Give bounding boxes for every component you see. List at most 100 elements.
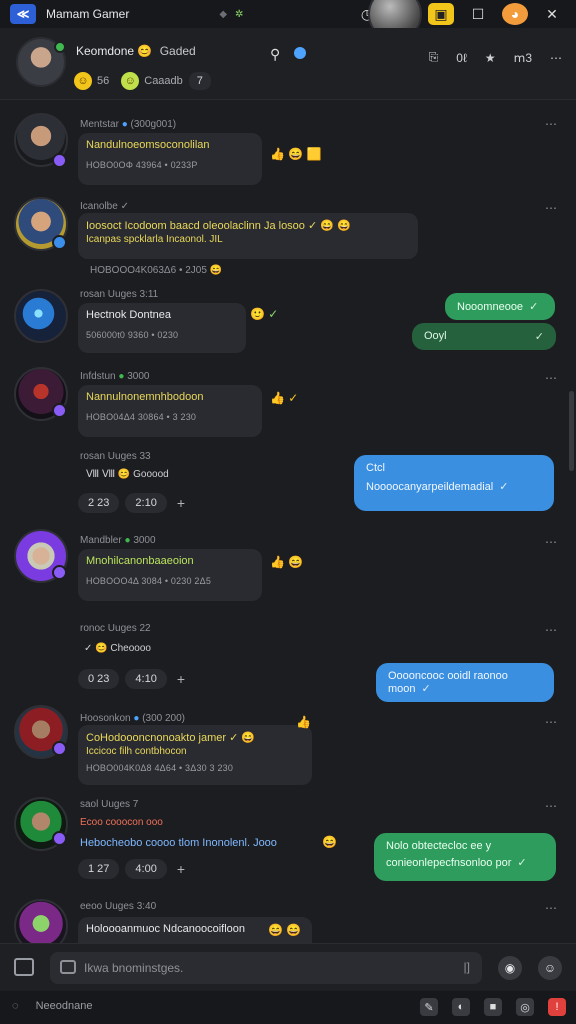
role-badge-icon bbox=[52, 153, 67, 168]
reaction-time-pill[interactable]: 4:00 bbox=[125, 859, 167, 879]
message-bubble[interactable]: CoHodoooncnonoakto jamer ✓ 😄 Iccicoc fil… bbox=[78, 725, 312, 785]
titlebar-star-icon: ✲ bbox=[235, 8, 244, 20]
scrollbar[interactable] bbox=[569, 101, 574, 943]
message-more-icon[interactable]: ⋯ bbox=[545, 117, 558, 131]
channel-header: Keomdone 😊 Gaded ☺ 56 ☺ Caaadb 7 ⚲ ⎘ 0ℓ … bbox=[0, 28, 576, 100]
reaction-row: 0 23 4:10 + bbox=[78, 669, 185, 689]
message-timestamp: HOBO04Δ4 30864 • 3 230 bbox=[86, 412, 197, 422]
message-bubble[interactable]: Hectnok Dontnea 506000t0 9360 • 0230 bbox=[78, 303, 246, 353]
message-more-icon[interactable]: ⋯ bbox=[545, 715, 558, 729]
message-input[interactable] bbox=[84, 958, 464, 978]
sidebar-toggle-icon[interactable] bbox=[14, 958, 34, 976]
add-reaction-icon[interactable]: + bbox=[177, 671, 185, 687]
outgoing-message[interactable]: Ctcl Noooocanyarpeildemadial ✓ bbox=[354, 455, 554, 511]
reaction-time-pill[interactable]: 4:10 bbox=[125, 669, 167, 689]
camera-icon[interactable]: ◉ bbox=[498, 956, 522, 980]
add-reaction-icon[interactable]: + bbox=[177, 861, 185, 877]
message-author: Icanolbe ✓ bbox=[80, 201, 129, 212]
reaction-time-pill[interactable]: 2:10 bbox=[125, 493, 167, 513]
scrollbar-thumb[interactable] bbox=[569, 391, 574, 471]
yellow-app-icon[interactable]: ▣ bbox=[428, 3, 454, 25]
status-left: ◌ Neeodnane bbox=[12, 1000, 93, 1012]
reaction-count-pill[interactable]: 0 23 bbox=[78, 669, 120, 689]
message-reaction-icons[interactable]: 👍 😄 bbox=[270, 555, 303, 569]
reaction-row: 2 23 2:10 + bbox=[78, 493, 185, 513]
message-more-icon[interactable]: ⋯ bbox=[545, 799, 558, 813]
orb-icon[interactable]: ◕ bbox=[502, 3, 528, 25]
more-icon[interactable]: ⋯ bbox=[550, 51, 562, 65]
role-badge-icon bbox=[52, 565, 67, 580]
title-bar: ≪ Mamam Gamer ◆ ✲ ◷ ✕ ▣ ☐ ◕ ✕ bbox=[0, 0, 576, 41]
reaction-count-pill[interactable]: 1 27 bbox=[78, 859, 120, 879]
compose-icon[interactable]: ✎ bbox=[420, 998, 438, 1016]
attach-icon[interactable] bbox=[60, 960, 76, 974]
text-cursor-icon: |] bbox=[463, 960, 470, 974]
online-status-icon bbox=[54, 41, 66, 53]
stat-count: 56 bbox=[97, 75, 110, 87]
channel-name-text: Keomdone bbox=[76, 44, 135, 58]
user-avatar[interactable] bbox=[14, 899, 68, 943]
message-author: Mandbler ● 3000 bbox=[80, 535, 156, 546]
message-more-icon[interactable]: ⋯ bbox=[545, 623, 558, 637]
star-icon[interactable]: ★ bbox=[485, 51, 496, 65]
stop-icon[interactable]: ■ bbox=[484, 998, 502, 1016]
outgoing-message[interactable]: Nolo obtectecloc ee y conieonlepecfnsonl… bbox=[374, 833, 556, 881]
message-bubble[interactable]: Nannulnonemnhbodoon HOBO04Δ4 30864 • 3 2… bbox=[78, 385, 262, 437]
message-composer: |] ◉ ☺ bbox=[0, 943, 576, 991]
message-reaction-icons[interactable]: 👍 ✓ bbox=[270, 391, 298, 405]
message-text-line2: Iccicoc filh contbhocon bbox=[86, 746, 187, 757]
app-logo-icon[interactable]: ≪ bbox=[10, 4, 36, 24]
message-text-top: Ecoo cooocon ooo bbox=[80, 817, 163, 828]
message-list[interactable]: Mentstar ● (300g001) Nandulnoeomsoconoli… bbox=[0, 101, 576, 943]
chat-bubble-icon[interactable]: ◌ bbox=[12, 1000, 19, 1012]
reaction-tags: ✓ 😊 Cheoooo bbox=[84, 643, 151, 654]
message-reaction-icons[interactable]: 😄 😄 bbox=[268, 923, 301, 937]
message-reaction-icon[interactable]: 👍 bbox=[296, 715, 311, 729]
status-icons: ✎ ◐ ■ ◎ ! bbox=[406, 998, 566, 1016]
stat-count-pill[interactable]: 7 bbox=[188, 72, 211, 90]
message-timestamp: 506000t0 9360 • 0230 bbox=[86, 330, 179, 340]
chat-icon[interactable]: ◎ bbox=[516, 998, 534, 1016]
reaction-count-pill[interactable]: 2 23 bbox=[78, 493, 120, 513]
inbox-icon[interactable]: ⎘ bbox=[429, 50, 439, 65]
role-badge-icon bbox=[52, 235, 67, 250]
titlebar-marker-icon: ◆ bbox=[219, 8, 228, 20]
channel-subtitle: Gaded bbox=[159, 44, 196, 58]
message-bubble[interactable]: Nandulnoeomsoconolilan HOBO0ΟΦ 43964 • 0… bbox=[78, 133, 262, 185]
message-more-icon[interactable]: ⋯ bbox=[545, 371, 558, 385]
window-icon[interactable]: ☐ bbox=[465, 3, 491, 25]
message-text: Mnohilcanonbaaeoion bbox=[86, 555, 194, 567]
message-author: saol Uuges 7 bbox=[80, 799, 139, 810]
outgoing-message[interactable]: Nooomneooe ✓ bbox=[445, 293, 555, 320]
message-bubble[interactable]: Mnohilcanonbaaeoion HOBOOO4Δ 3084 • 0230… bbox=[78, 549, 262, 601]
alert-icon[interactable]: ! bbox=[548, 998, 566, 1016]
stat-pill: Caaadb bbox=[144, 75, 183, 87]
message-input-wrapper: |] bbox=[50, 952, 482, 984]
user-avatar[interactable] bbox=[14, 289, 68, 343]
search-icon[interactable]: ⚲ bbox=[270, 46, 280, 63]
theme-icon[interactable]: ◐ bbox=[452, 998, 470, 1016]
reaction-date: ronoc Uuges 22 bbox=[80, 623, 151, 634]
channel-name-emoji-icon: 😊 bbox=[137, 44, 153, 58]
message-more-icon[interactable]: ⋯ bbox=[545, 901, 558, 915]
add-reaction-icon[interactable]: + bbox=[177, 495, 185, 511]
message-reaction-icons[interactable]: 😄 bbox=[322, 835, 337, 849]
outgoing-message[interactable]: Ooyl ✓ bbox=[412, 323, 556, 350]
close-icon[interactable]: ✕ bbox=[539, 3, 565, 25]
message-bubble[interactable]: Ioosoct Icodoom baacd oleoolaclinn Ja lo… bbox=[78, 213, 418, 259]
message-timestamp: HOBOOO4K063Δ6 • 2J05 😄 bbox=[90, 265, 223, 276]
message-text: CoHodoooncnonoakto jamer ✓ 😄 bbox=[86, 732, 256, 744]
channel-stats: ☺ 56 ☺ Caaadb 7 bbox=[74, 72, 211, 90]
message-author: Infdstun ● 3000 bbox=[80, 371, 150, 382]
emoji-button-icon[interactable]: ☺ bbox=[538, 956, 562, 980]
outgoing-message[interactable]: Ooooncooc ooidl raonoo moon ✓ bbox=[376, 663, 554, 702]
message-text: Hectnok Dontnea bbox=[86, 309, 171, 321]
message-more-icon[interactable]: ⋯ bbox=[545, 535, 558, 549]
message-reaction-icons[interactable]: 🙂 ✓ bbox=[250, 307, 278, 321]
message-reaction-icons[interactable]: 👍 😄 🟨 bbox=[270, 147, 322, 161]
status-bar: ◌ Neeodnane ✎ ◐ ■ ◎ ! bbox=[0, 991, 576, 1024]
header-label-1: 0ℓ bbox=[456, 50, 467, 65]
message-more-icon[interactable]: ⋯ bbox=[545, 201, 558, 215]
reaction-date: rosan Uuges 33 bbox=[80, 451, 151, 462]
message-text: Ioosoct Icodoom baacd oleoolaclinn Ja lo… bbox=[86, 220, 351, 232]
